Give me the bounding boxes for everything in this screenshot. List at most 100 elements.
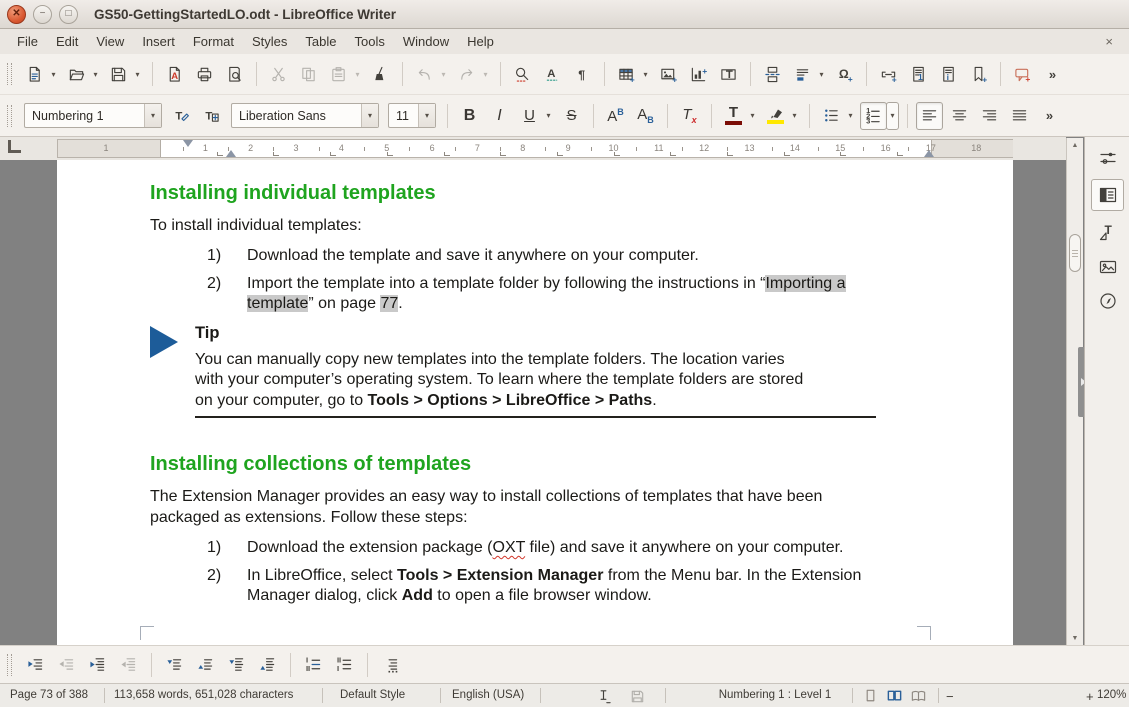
insert-pagebreak-button[interactable] [759, 60, 786, 88]
italic-button[interactable]: I [486, 102, 513, 130]
sidebar-tab-navigator[interactable] [1097, 290, 1119, 312]
toolbar-grip-2[interactable] [7, 105, 12, 127]
demote-subpoints-button[interactable] [84, 651, 111, 679]
font-size-combo[interactable]: 11▾ [388, 103, 436, 128]
font-color-dropdown[interactable]: ▾ [746, 102, 759, 130]
clear-formatting-button[interactable]: Tx [676, 102, 703, 130]
formatting-marks-button[interactable]: ¶ [569, 60, 596, 88]
menu-file[interactable]: File [8, 34, 47, 49]
bold-button[interactable]: B [456, 102, 483, 130]
paste-dropdown[interactable]: ▾ [351, 60, 364, 88]
strikethrough-button[interactable]: S [558, 102, 585, 130]
insert-mode-icon[interactable] [592, 687, 614, 705]
cross-reference-field[interactable]: template [247, 295, 308, 312]
section-heading[interactable]: Installing individual templates [150, 182, 898, 205]
toolbar-grip-3[interactable] [7, 654, 12, 676]
horizontal-ruler[interactable]: 1123456789101112131415161718 [57, 139, 1013, 158]
bullets-numbering-dialog-button[interactable]: … [377, 651, 404, 679]
insert-endnote-button[interactable]: i [935, 60, 962, 88]
sidebar-tab-gallery[interactable] [1097, 256, 1119, 278]
list-item[interactable]: 2)In LibreOffice, select Tools > Extensi… [150, 566, 898, 607]
menu-insert[interactable]: Insert [133, 34, 184, 49]
highlight-color-button[interactable] [762, 102, 789, 130]
move-down-subpoints-button[interactable] [223, 651, 250, 679]
underline-button[interactable]: U [516, 102, 543, 130]
tip-block[interactable]: TipYou can manually copy new templates i… [150, 323, 898, 419]
redo-dropdown[interactable]: ▾ [479, 60, 492, 88]
language-status[interactable]: English (USA) [452, 689, 524, 701]
right-indent-marker[interactable] [924, 150, 934, 157]
insert-table-dropdown[interactable]: ▾ [639, 60, 652, 88]
sidebar-tab-properties[interactable] [1091, 179, 1124, 211]
font-size-combo-dropdown[interactable]: ▾ [418, 104, 435, 127]
print-preview-button[interactable] [221, 60, 248, 88]
undo-button[interactable] [411, 60, 438, 88]
zoom-in-button[interactable]: + [1086, 689, 1094, 704]
zoom-level-status[interactable]: 120% [1097, 689, 1126, 701]
section-heading[interactable]: Installing collections of templates [150, 453, 898, 476]
paragraph-style-combo-dropdown[interactable]: ▾ [144, 104, 161, 127]
list-item[interactable]: 1)Download the extension package (OXT fi… [150, 538, 898, 559]
new-document-button[interactable] [21, 60, 48, 88]
save-button[interactable] [105, 60, 132, 88]
insert-field-dropdown[interactable]: ▾ [815, 60, 828, 88]
move-down-button[interactable] [161, 651, 188, 679]
paragraph[interactable]: The Extension Manager provides an easy w… [150, 486, 898, 528]
insert-hyperlink-button[interactable]: + [875, 60, 902, 88]
document-page[interactable]: Installing individual templatesTo instal… [57, 160, 1013, 645]
font-color-button[interactable]: T [720, 102, 747, 130]
maximize-window-button[interactable]: □ [59, 5, 78, 24]
bullet-list-button[interactable] [818, 102, 845, 130]
first-line-indent-marker[interactable] [183, 140, 193, 147]
restart-numbering-button[interactable]: III [331, 651, 358, 679]
list-item[interactable]: 2)Import the template into a template fo… [150, 274, 898, 315]
scrollbar-thumb[interactable] [1069, 234, 1081, 272]
insert-special-character-button[interactable]: Ω+ [831, 60, 858, 88]
toolbar-overflow-2-button[interactable]: » [1036, 102, 1063, 130]
multi-page-view-button[interactable] [883, 687, 905, 705]
scroll-down-arrow[interactable]: ▼ [1067, 631, 1083, 645]
insert-bookmark-button[interactable]: + [965, 60, 992, 88]
align-center-button[interactable] [946, 102, 973, 130]
move-up-button[interactable] [192, 651, 219, 679]
align-left-button[interactable] [916, 102, 943, 130]
close-document-button[interactable]: × [1105, 34, 1113, 49]
menu-window[interactable]: Window [394, 34, 458, 49]
menu-view[interactable]: View [87, 34, 133, 49]
align-right-button[interactable] [976, 102, 1003, 130]
align-justify-button[interactable] [1006, 102, 1033, 130]
insert-table-button[interactable]: + [613, 60, 640, 88]
insert-field-button[interactable] [789, 60, 816, 88]
update-style-button[interactable]: T [168, 102, 195, 130]
subscript-button[interactable]: AB [632, 102, 659, 130]
word-count-status[interactable]: 113,658 words, 651,028 characters [114, 689, 293, 701]
book-view-button[interactable] [907, 687, 929, 705]
tab-stop-type-selector[interactable] [8, 140, 21, 153]
clone-formatting-button[interactable] [367, 60, 394, 88]
close-window-button[interactable]: ✕ [7, 5, 26, 24]
new-document-dropdown[interactable]: ▾ [47, 60, 60, 88]
export-pdf-button[interactable]: A [161, 60, 188, 88]
menu-edit[interactable]: Edit [47, 34, 87, 49]
insert-comment-button[interactable]: + [1009, 60, 1036, 88]
numbered-list-button[interactable]: 123 [860, 102, 887, 130]
insert-textbox-button[interactable]: T [715, 60, 742, 88]
single-page-view-button[interactable] [859, 687, 881, 705]
sidebar-tab-sidebar-settings[interactable] [1097, 147, 1119, 169]
redo-button[interactable] [453, 60, 480, 88]
promote-subpoints-button[interactable] [115, 651, 142, 679]
menu-format[interactable]: Format [184, 34, 243, 49]
page-number-status[interactable]: Page 73 of 388 [10, 689, 88, 701]
new-style-button[interactable]: T [198, 102, 225, 130]
cross-reference-field[interactable]: Importing a [765, 275, 845, 292]
insert-image-button[interactable]: + [655, 60, 682, 88]
menu-tools[interactable]: Tools [345, 34, 393, 49]
menu-styles[interactable]: Styles [243, 34, 296, 49]
toolbar-overflow-button[interactable]: » [1039, 60, 1066, 88]
cross-reference-field[interactable]: 77 [380, 295, 398, 312]
promote-button[interactable] [53, 651, 80, 679]
undo-dropdown[interactable]: ▾ [437, 60, 450, 88]
spelling-button[interactable]: A [539, 60, 566, 88]
superscript-button[interactable]: AB [602, 102, 629, 130]
underline-dropdown[interactable]: ▾ [542, 102, 555, 130]
